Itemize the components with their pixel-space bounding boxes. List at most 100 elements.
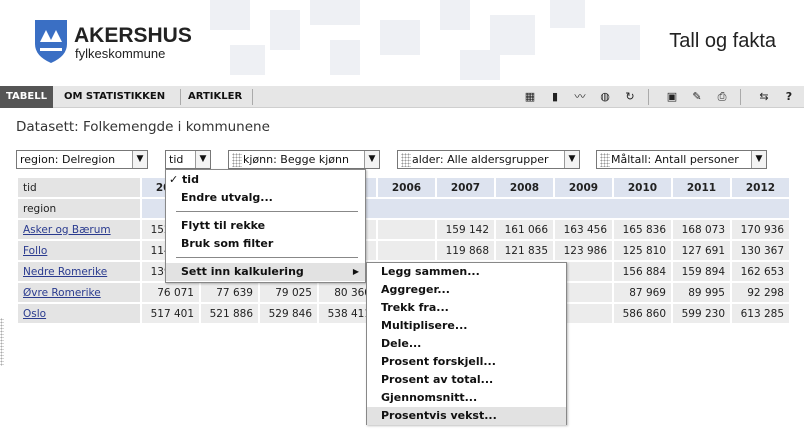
menu-item-prosent-av-total[interactable]: Prosent av total... bbox=[381, 371, 493, 389]
region-select[interactable]: region: Delregion ▼ bbox=[16, 150, 148, 169]
region-link[interactable]: Asker og Bærum bbox=[23, 224, 111, 236]
site-title: Tall og fakta bbox=[669, 30, 776, 52]
table-icon[interactable]: ▦ bbox=[523, 90, 537, 104]
table-row: Asker og Bærum 152 337 159 142 161 066 1… bbox=[18, 220, 789, 239]
cell bbox=[378, 241, 435, 260]
tab-divider bbox=[252, 89, 253, 105]
cell: 161 066 bbox=[496, 220, 553, 239]
tid-select[interactable]: tid ▼ bbox=[165, 150, 211, 169]
dataset-title: Datasett: Folkemengde i kommunene bbox=[16, 119, 270, 135]
alder-select[interactable]: alder: Alle aldersgrupper ▼ bbox=[397, 150, 580, 169]
drag-handle-icon[interactable] bbox=[401, 153, 411, 167]
cell: 89 995 bbox=[673, 283, 730, 302]
cell: 521 886 bbox=[201, 304, 258, 323]
tab-divider bbox=[180, 89, 181, 105]
menu-item-label: Sett inn kalkulering bbox=[181, 265, 304, 278]
tid-select-value: tid bbox=[169, 153, 184, 166]
cell: 92 298 bbox=[732, 283, 789, 302]
year-header[interactable]: 2008 bbox=[496, 178, 553, 197]
cell: 599 230 bbox=[673, 304, 730, 323]
region-select-value: region: Delregion bbox=[20, 153, 116, 166]
cell: 165 836 bbox=[614, 220, 671, 239]
table-row: Follo 114 032 119 868 121 835 123 986 12… bbox=[18, 241, 789, 260]
menu-divider bbox=[176, 257, 358, 258]
chevron-down-icon: ▼ bbox=[751, 151, 766, 168]
tab-tabell[interactable]: TABELL bbox=[0, 86, 53, 108]
drag-handle-icon[interactable] bbox=[232, 153, 242, 167]
menu-item-prosent-forskjell[interactable]: Prosent forskjell... bbox=[381, 353, 496, 371]
map-icon[interactable]: ◍ bbox=[598, 90, 612, 104]
calculation-submenu: Legg sammen... Aggreger... Trekk fra... … bbox=[366, 262, 567, 425]
cell: 159 142 bbox=[437, 220, 494, 239]
cell: 130 367 bbox=[732, 241, 789, 260]
year-header[interactable]: 2007 bbox=[437, 178, 494, 197]
cell: 123 986 bbox=[555, 241, 612, 260]
menu-item-flytt-til-rekke[interactable]: Flytt til rekke bbox=[181, 217, 265, 235]
cell: 162 653 bbox=[732, 262, 789, 281]
drag-handle-icon[interactable] bbox=[600, 153, 610, 167]
menu-item-trekk-fra[interactable]: Trekk fra... bbox=[381, 299, 449, 317]
menu-item-dele[interactable]: Dele... bbox=[381, 335, 421, 353]
menu-item-multiplisere[interactable]: Multiplisere... bbox=[381, 317, 467, 335]
row-label: Oslo bbox=[18, 304, 140, 323]
menu-item-tid-checked[interactable]: ✓ tid bbox=[169, 171, 199, 189]
bar-chart-icon[interactable]: ▮ bbox=[548, 90, 562, 104]
tab-om-statistikken[interactable]: OM STATISTIKKEN bbox=[58, 86, 171, 108]
cell: 170 936 bbox=[732, 220, 789, 239]
year-header[interactable]: 2012 bbox=[732, 178, 789, 197]
resize-handle[interactable] bbox=[0, 318, 4, 366]
chevron-down-icon: ▼ bbox=[132, 151, 147, 168]
cell: 168 073 bbox=[673, 220, 730, 239]
share-icon[interactable]: ⇆ bbox=[757, 90, 771, 104]
cell: 119 868 bbox=[437, 241, 494, 260]
header-pattern bbox=[210, 0, 640, 86]
cell: 87 969 bbox=[614, 283, 671, 302]
year-header[interactable]: 2009 bbox=[555, 178, 612, 197]
menu-item-endre-utvalg[interactable]: Endre utvalg... bbox=[181, 189, 273, 207]
cell: 586 860 bbox=[614, 304, 671, 323]
year-header[interactable]: 2011 bbox=[673, 178, 730, 197]
region-link[interactable]: Oslo bbox=[23, 308, 46, 320]
menu-item-prosentvis-vekst[interactable]: Prosentvis vekst... bbox=[367, 407, 566, 425]
region-link[interactable]: Follo bbox=[23, 245, 47, 257]
column-dimension-label[interactable]: tid bbox=[18, 178, 140, 197]
line-chart-icon[interactable]: 〰 bbox=[573, 90, 587, 104]
chevron-down-icon: ▼ bbox=[195, 151, 210, 168]
table-header-row: tid 2002 2003 2004 2005 2006 2007 2008 2… bbox=[18, 178, 789, 197]
table-subheader-row: region bbox=[18, 199, 789, 218]
tool-divider bbox=[648, 89, 649, 105]
region-link[interactable]: Nedre Romerike bbox=[23, 266, 107, 278]
row-label: Follo bbox=[18, 241, 140, 260]
akershus-logo-icon bbox=[35, 20, 67, 63]
logo-title: AKERSHUS bbox=[74, 24, 192, 47]
tool-divider bbox=[740, 89, 741, 105]
row-dimension-label[interactable]: region bbox=[18, 199, 140, 218]
year-header[interactable]: 2010 bbox=[614, 178, 671, 197]
cell: 163 456 bbox=[555, 220, 612, 239]
kjonn-select-value: kjønn: Begge kjønn bbox=[243, 153, 349, 166]
region-link[interactable]: Øvre Romerike bbox=[23, 287, 101, 299]
tid-context-menu: ✓ tid Endre utvalg... Flytt til rekke Br… bbox=[165, 169, 366, 283]
edit-icon[interactable]: ✎ bbox=[690, 90, 704, 104]
menu-divider bbox=[176, 211, 358, 212]
kjonn-select[interactable]: kjønn: Begge kjønn ▼ bbox=[228, 150, 380, 169]
export-icon[interactable]: ▣ bbox=[665, 90, 679, 104]
help-icon[interactable]: ? bbox=[782, 90, 796, 104]
menu-item-gjennomsnitt[interactable]: Gjennomsnitt... bbox=[381, 389, 477, 407]
cell: 156 884 bbox=[614, 262, 671, 281]
refresh-icon[interactable]: ↻ bbox=[623, 90, 637, 104]
menu-item-sett-inn-kalkulering[interactable]: Sett inn kalkulering ▶ bbox=[166, 263, 365, 281]
year-header[interactable]: 2006 bbox=[378, 178, 435, 197]
cell: 127 691 bbox=[673, 241, 730, 260]
maltall-select[interactable]: Måltall: Antall personer ▼ bbox=[596, 150, 767, 169]
logo-subtitle: fylkeskommune bbox=[75, 46, 166, 61]
cell: 77 639 bbox=[201, 283, 258, 302]
cell: 121 835 bbox=[496, 241, 553, 260]
row-label: Asker og Bærum bbox=[18, 220, 140, 239]
print-icon[interactable]: ⎙ bbox=[715, 90, 729, 104]
cell: 529 846 bbox=[260, 304, 317, 323]
menu-item-bruk-som-filter[interactable]: Bruk som filter bbox=[181, 235, 273, 253]
menu-item-aggreger[interactable]: Aggreger... bbox=[381, 281, 450, 299]
tab-artikler[interactable]: ARTIKLER bbox=[182, 86, 248, 108]
menu-item-legg-sammen[interactable]: Legg sammen... bbox=[381, 263, 480, 281]
